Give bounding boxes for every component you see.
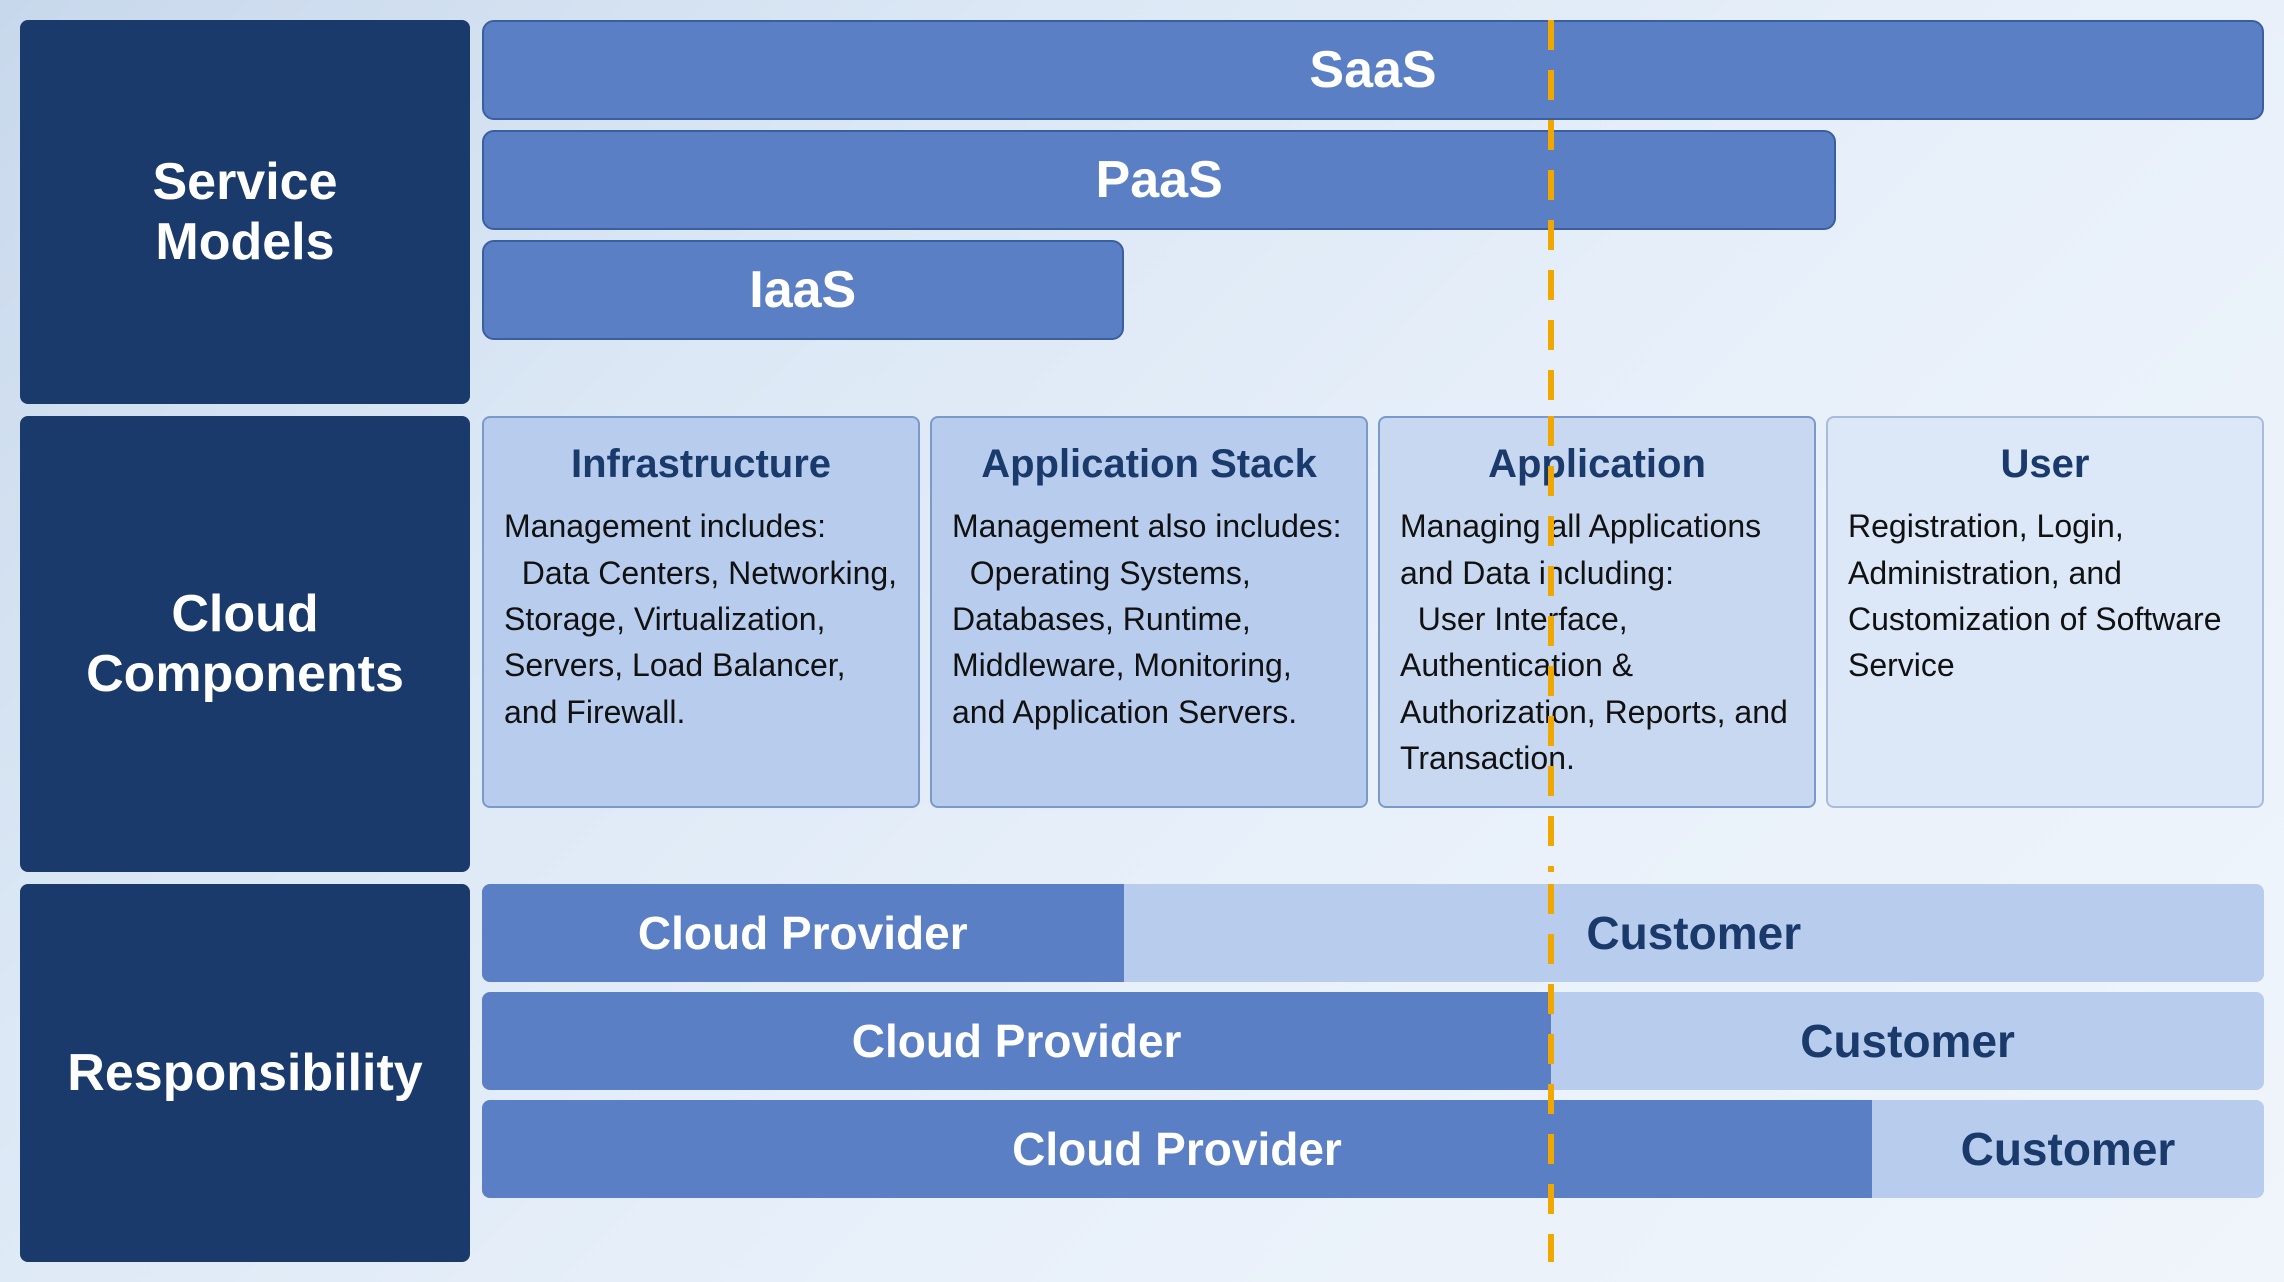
cloud-components-right: Infrastructure Management includes: Data… bbox=[482, 416, 2264, 872]
resp-provider-saas: Cloud Provider bbox=[482, 1100, 1872, 1198]
dashed-divider-line bbox=[1548, 20, 1554, 404]
resp-provider-iaas: Cloud Provider bbox=[482, 884, 1124, 982]
iaas-bar: IaaS bbox=[482, 240, 1124, 340]
resp-customer-iaas: Customer bbox=[1124, 884, 2264, 982]
service-models-right: SaaS PaaS IaaS bbox=[482, 20, 2264, 404]
resp-row-iaas: Cloud Provider Customer bbox=[482, 884, 2264, 982]
paas-bar: PaaS bbox=[482, 130, 1836, 230]
service-models-label: Service Models bbox=[20, 20, 470, 404]
application-box: Application Managing all Applications an… bbox=[1378, 416, 1816, 807]
components-grid: Infrastructure Management includes: Data… bbox=[482, 416, 2264, 807]
infrastructure-box: Infrastructure Management includes: Data… bbox=[482, 416, 920, 807]
dashed-divider-line-3 bbox=[1548, 884, 1554, 1262]
resp-provider-paas: Cloud Provider bbox=[482, 992, 1551, 1090]
dashed-divider-line-2 bbox=[1548, 416, 1554, 872]
resp-row-paas: Cloud Provider Customer bbox=[482, 992, 2264, 1090]
saas-bar: SaaS bbox=[482, 20, 2264, 120]
resp-customer-paas: Customer bbox=[1551, 992, 2264, 1090]
main-grid: Service Models SaaS PaaS IaaS Cloud Comp… bbox=[0, 0, 2284, 1282]
resp-row-saas: Cloud Provider Customer bbox=[482, 1100, 2264, 1198]
responsibility-label: Responsibility bbox=[20, 884, 470, 1262]
app-stack-box: Application Stack Management also includ… bbox=[930, 416, 1368, 807]
resp-customer-saas: Customer bbox=[1872, 1100, 2264, 1198]
cloud-components-label: Cloud Components bbox=[20, 416, 470, 872]
user-box: User Registration, Login, Administration… bbox=[1826, 416, 2264, 807]
responsibility-right: Cloud Provider Customer Cloud Provider C… bbox=[482, 884, 2264, 1262]
